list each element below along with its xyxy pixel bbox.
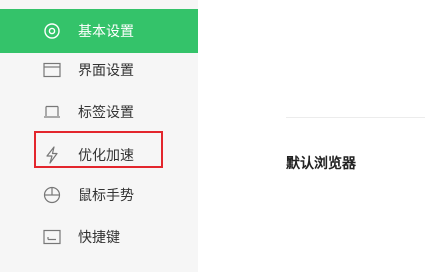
sidebar-item-label: 快捷键 <box>78 230 120 246</box>
window-icon <box>42 60 62 80</box>
sidebar-item-label: 优化加速 <box>78 148 134 164</box>
lightning-icon <box>42 145 62 165</box>
sidebar-item-optimize-acceleration[interactable]: 优化加速 <box>0 133 198 177</box>
settings-sidebar: 基本设置 界面设置 标签设置 优化加速 鼠标手势 快捷键 <box>0 0 198 272</box>
sidebar-item-tab-settings[interactable]: 标签设置 <box>0 90 198 134</box>
sidebar-item-basic-settings[interactable]: 基本设置 <box>0 9 198 53</box>
sidebar-item-label: 界面设置 <box>78 63 134 79</box>
sidebar-item-label: 鼠标手势 <box>78 188 134 204</box>
default-browser-title: 默认浏览器 <box>286 156 356 172</box>
target-icon <box>42 21 62 41</box>
sidebar-item-interface-settings[interactable]: 界面设置 <box>0 48 198 92</box>
sidebar-item-shortcuts[interactable]: 快捷键 <box>0 215 198 259</box>
sidebar-item-label: 基本设置 <box>78 24 134 40</box>
sidebar-item-label: 标签设置 <box>78 105 134 121</box>
keyboard-icon <box>42 227 62 247</box>
mouse-icon <box>42 185 62 205</box>
tab-icon <box>42 102 62 122</box>
divider <box>286 117 425 118</box>
sidebar-item-mouse-gestures[interactable]: 鼠标手势 <box>0 173 198 217</box>
